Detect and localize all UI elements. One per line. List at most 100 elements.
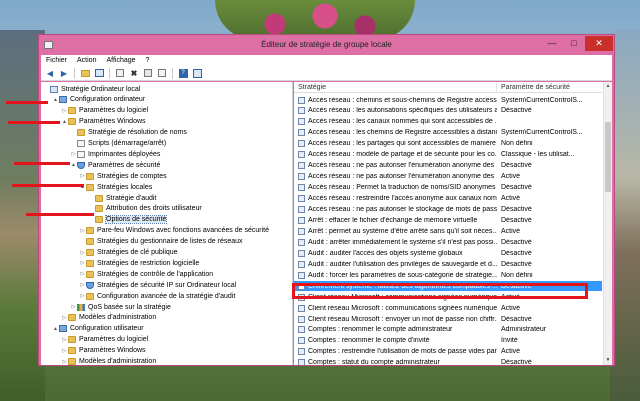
scroll-down-icon[interactable]: ▼ [604, 356, 612, 365]
help-icon[interactable]: ? [177, 68, 189, 79]
tree-item[interactable]: ▷ Paramètres Windows [61, 346, 146, 356]
column-header-setting[interactable]: Paramètre de sécurité [497, 82, 602, 92]
policy-row[interactable]: Audit : auditer l'accès des objets systè… [294, 248, 602, 258]
tree-item[interactable]: ▲ Configuration utilisateur [52, 324, 144, 334]
forward-icon[interactable]: ▶ [58, 68, 70, 79]
back-icon[interactable]: ◀ [44, 68, 56, 79]
policy-row[interactable]: Accès réseau : Permet la traduction de n… [294, 183, 602, 193]
tree-item-label: QoS basée sur la stratégie [88, 303, 171, 311]
export-icon[interactable] [156, 68, 168, 79]
expander-icon[interactable]: ▲ [61, 119, 68, 125]
policy-row[interactable]: Comptes : restreindre l'utilisation de m… [294, 347, 602, 357]
expander-icon[interactable]: ▷ [79, 282, 86, 288]
expander-icon[interactable]: ▷ [61, 315, 68, 321]
expander-icon[interactable]: ▷ [61, 359, 68, 365]
expander-icon[interactable]: ▷ [79, 260, 86, 266]
tree-item[interactable]: ▷ Pare-feu Windows avec fonctions avancée… [79, 226, 269, 236]
policy-setting-value: Désactivé [501, 238, 532, 246]
policy-row[interactable]: Accès réseau : ne pas autoriser l'énumér… [294, 161, 602, 171]
up-folder-icon[interactable] [79, 68, 91, 79]
tree-item[interactable]: ▲ Paramètres Windows [61, 117, 146, 127]
expander-icon[interactable]: ▷ [61, 348, 68, 354]
close-button[interactable]: ✕ [585, 36, 613, 51]
folder-icon [86, 183, 94, 191]
tree-item[interactable]: ▷ Paramètres du logiciel [61, 106, 148, 116]
policy-row[interactable]: Audit : arrêter immédiatement le système… [294, 237, 602, 247]
expander-icon[interactable]: ▷ [79, 228, 86, 234]
policy-cell: Audit : auditer l'utilisation des privil… [294, 260, 497, 268]
column-header-policy[interactable]: Stratégie [294, 82, 497, 92]
tree-item[interactable]: ▷ Modèles d'administration [61, 313, 156, 323]
policy-row[interactable]: Client réseau Microsoft : communications… [294, 303, 602, 313]
maximize-button[interactable]: □ [563, 36, 585, 51]
filter-icon[interactable] [191, 68, 203, 79]
policy-row[interactable]: Client réseau Microsoft : envoyer un mot… [294, 314, 602, 324]
delete-icon[interactable]: ✖ [128, 68, 140, 79]
tree-item[interactable]: Options de sécurité [88, 215, 168, 225]
minimize-button[interactable]: — [541, 36, 563, 51]
policy-row[interactable]: Accès réseau : les chemins de Registre a… [294, 128, 602, 138]
tree-item[interactable]: Stratégie d'audit [88, 193, 156, 203]
tree-item[interactable]: Attribution des droits utilisateur [88, 204, 202, 214]
expander-icon[interactable]: ▷ [79, 293, 86, 299]
policy-row[interactable]: Arrêt : permet au système d'être arrêté … [294, 226, 602, 236]
expander-icon[interactable]: ▲ [70, 162, 77, 168]
tree-item[interactable]: ▷ Paramètres du logiciel [61, 335, 148, 345]
tree-item[interactable]: ▷ Stratégies de sécurité IP sur Ordinateu… [79, 280, 236, 290]
policy-cell: Accès réseau : les partages qui sont acc… [294, 140, 497, 148]
policy-name: Arrêt : permet au système d'être arrêté … [308, 227, 497, 235]
title-bar[interactable]: Éditeur de stratégie de groupe locale — … [39, 35, 614, 55]
tree-item[interactable]: ▷ Stratégies de comptes [79, 171, 167, 181]
tree-item[interactable]: ▷ Stratégies de contrôle de l'application [79, 269, 213, 279]
policy-row[interactable]: Accès réseau : ne pas autoriser le stock… [294, 205, 602, 215]
expander-icon[interactable]: ▷ [79, 173, 86, 179]
tree-item[interactable]: ▷ Modèles d'administration [61, 357, 156, 365]
policy-row[interactable]: Accès réseau : chemins et sous-chemins d… [294, 95, 602, 105]
tree-item[interactable]: Stratégie de résolution de noms [70, 128, 187, 138]
scroll-thumb[interactable] [605, 122, 611, 192]
tree-item[interactable]: Stratégie Ordinateur local [43, 84, 140, 94]
toolbar-separator [74, 67, 75, 79]
policy-row[interactable]: Accès réseau : ne pas autoriser l'énumér… [294, 172, 602, 182]
vertical-scrollbar[interactable]: ▲ ▼ [603, 82, 612, 365]
policy-row[interactable]: Comptes : renommer le compte administrat… [294, 325, 602, 335]
tree-item[interactable]: ▲ Stratégies locales [79, 182, 152, 192]
tree-item[interactable]: ▷ Imprimantes déployées [70, 149, 160, 159]
policy-setting-icon [298, 304, 305, 312]
tree-item[interactable]: ▷ Stratégies de clé publique [79, 248, 178, 258]
policy-row[interactable]: Accès réseau : restreindre l'accès anony… [294, 194, 602, 204]
expander-icon[interactable]: ▷ [70, 151, 77, 157]
menu-fichier[interactable]: Fichier [41, 57, 72, 64]
refresh-icon[interactable] [142, 68, 154, 79]
tree-item[interactable]: Stratégies du gestionnaire de listes de … [79, 237, 243, 247]
policy-row[interactable]: Arrêt : effacer le fichier d'échange de … [294, 215, 602, 225]
expander-icon[interactable]: ▷ [61, 337, 68, 343]
tree-item[interactable]: ▷ Stratégies de restriction logicielle [79, 258, 199, 268]
expander-icon[interactable]: ▷ [79, 250, 86, 256]
policy-row[interactable]: Comptes : renommer le compte d'invité Inv… [294, 336, 602, 346]
expander-icon[interactable]: ▷ [70, 304, 77, 310]
tree-item[interactable]: ▷ QoS basée sur la stratégie [70, 302, 171, 312]
tree-item[interactable]: ▷ Configuration avancée de la stratégie d… [79, 291, 235, 301]
policy-row[interactable]: Accès réseau : les partages qui sont acc… [294, 139, 602, 149]
properties-icon[interactable] [114, 68, 126, 79]
policy-row[interactable]: Comptes : statut du compte administrateu… [294, 358, 602, 365]
expander-icon[interactable]: ▷ [61, 108, 68, 114]
scroll-up-icon[interactable]: ▲ [604, 82, 612, 91]
tree-item[interactable]: ▲ Configuration ordinateur [52, 95, 145, 105]
expander-icon[interactable]: ▲ [52, 326, 59, 332]
policy-row[interactable]: Accès réseau : les canaux nommés qui son… [294, 117, 602, 127]
expander-icon[interactable]: ▲ [52, 97, 59, 103]
tree-item[interactable]: Scripts (démarrage/arrêt) [70, 139, 166, 149]
policy-row[interactable]: Accès réseau : modèle de partage et de s… [294, 150, 602, 160]
tree-item[interactable]: ▲ Paramètres de sécurité [70, 160, 160, 170]
menu-affichage[interactable]: Affichage [101, 57, 140, 64]
expander-icon[interactable]: ▷ [79, 271, 86, 277]
menu-action[interactable]: Action [72, 57, 101, 64]
show-tree-icon[interactable] [93, 68, 105, 79]
policy-name: Accès réseau : ne pas autoriser le stock… [308, 206, 497, 213]
policy-row[interactable]: Audit : auditer l'utilisation des privil… [294, 259, 602, 269]
policy-row[interactable]: Audit : forcer les paramètres de sous-ca… [294, 270, 602, 280]
policy-row[interactable]: Accès réseau : les autorisations spécifi… [294, 106, 602, 116]
menu-help[interactable]: ? [141, 57, 155, 64]
